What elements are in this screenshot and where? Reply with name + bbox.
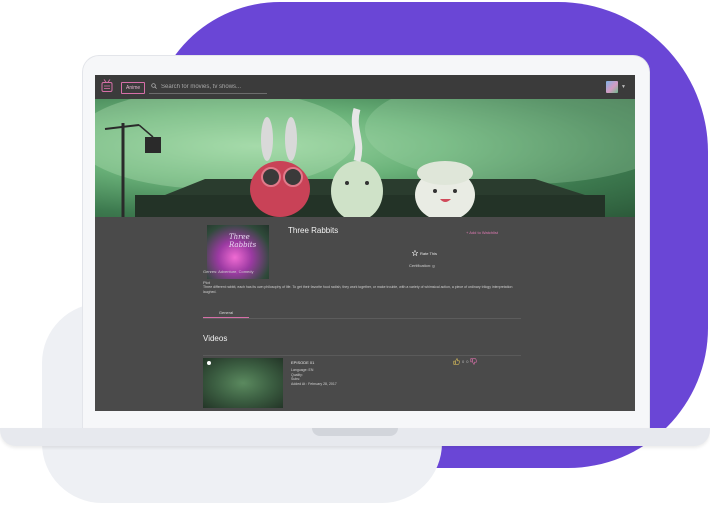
- thumbs-down-icon[interactable]: [470, 358, 478, 365]
- dislike-count: 0: [466, 359, 469, 364]
- rate-label: Rate This: [420, 250, 438, 256]
- thumbs-up-icon[interactable]: [453, 358, 460, 365]
- rate-this-button[interactable]: Rate This: [412, 250, 437, 256]
- search-bar: [149, 80, 267, 94]
- search-input[interactable]: [161, 81, 265, 92]
- poster-title: Three Rabbits: [229, 233, 257, 249]
- top-navigation-bar: Anime ▼: [95, 75, 635, 99]
- search-icon: [151, 83, 157, 89]
- plot-text: Three different rabbit, each has its own…: [203, 285, 513, 294]
- show-title: Three Rabbits: [288, 226, 339, 235]
- hero-banner: [95, 99, 635, 217]
- tab-general[interactable]: General: [203, 308, 249, 318]
- video-item: EPISODE 01 Language: EN Quality: Subs: A…: [203, 355, 521, 411]
- chevron-down-icon[interactable]: ▼: [621, 84, 626, 90]
- hero-illustration: [95, 99, 635, 217]
- episode-added-date: Added At : February 28, 2017: [291, 381, 337, 386]
- genre-button[interactable]: Anime: [121, 82, 146, 94]
- show-details: Three Rabbits Three Rabbits + Add to Wat…: [95, 217, 635, 411]
- like-count: 0: [462, 359, 465, 364]
- star-icon: [412, 250, 418, 256]
- laptop-notch: [312, 428, 398, 436]
- certification: Certification: g: [409, 263, 435, 268]
- episode-title[interactable]: EPISODE 01: [291, 360, 314, 365]
- avatar-icon[interactable]: [606, 81, 618, 93]
- add-to-watchlist-button[interactable]: + Add to Watchlist: [466, 230, 498, 235]
- tab-bar: General: [203, 308, 521, 319]
- video-thumbnail[interactable]: [203, 358, 283, 408]
- app-screen: Anime ▼: [95, 75, 635, 411]
- genres: Genres: Adventure, Comedy: [203, 269, 254, 274]
- episode-meta: Language: EN Quality: Subs: Added At : F…: [291, 368, 337, 386]
- tv-logo-icon[interactable]: [101, 79, 113, 93]
- vote-controls: 0 0: [453, 358, 478, 365]
- videos-heading: Videos: [203, 334, 228, 343]
- play-indicator-icon: [207, 361, 211, 365]
